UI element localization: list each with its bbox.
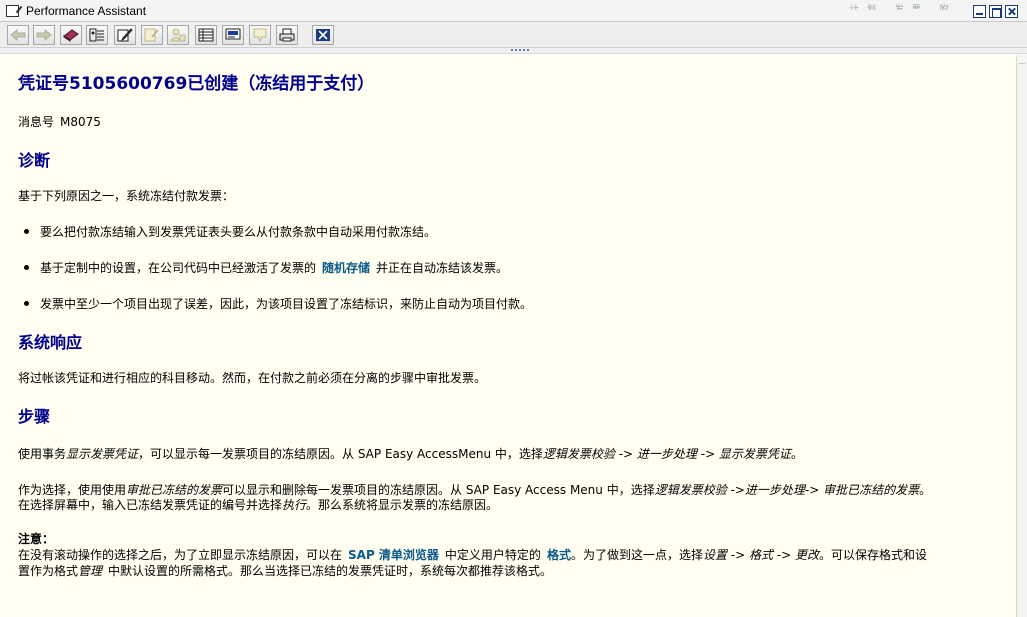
note-text: 。可以保存格式和设 <box>819 548 928 562</box>
maximize-button[interactable] <box>989 5 1002 18</box>
assign-button[interactable] <box>167 25 189 45</box>
book-button[interactable] <box>60 25 82 45</box>
layout-icon <box>225 28 241 40</box>
list-item: 要么把付款冻结输入到发票凭证表头要么从付款条款中自动采用付款冻结。 <box>23 225 437 239</box>
steps-text: 使用事务 <box>18 447 67 461</box>
note-text: 在没有滚动操作的选择之后，为了立即显示冻结原因，可以在 <box>18 548 343 562</box>
book-icon <box>63 29 79 42</box>
execute-label: 执行 <box>282 498 307 512</box>
steps-paragraph-2-line-2: 在选择屏幕中，输入已冻结发票凭证的编号并选择执行。那么系统将显示发票的冻结原因。 <box>18 496 498 513</box>
steps-text: ，可以显示每一发票项目的冻结原因。从 SAP Easy AccessMenu 中… <box>138 447 543 461</box>
note-text: 置作为格式 <box>18 564 79 578</box>
people-icon <box>170 28 186 42</box>
window-title: Performance Assistant <box>26 4 147 18</box>
arrow-left-icon <box>10 29 26 41</box>
steps-text: 。 <box>919 483 932 497</box>
background-window-text: … 计划 发票 附件 <box>822 5 957 10</box>
close-window-button[interactable] <box>1005 5 1018 18</box>
arrow-right-icon <box>36 29 52 41</box>
tip-button[interactable] <box>249 25 271 45</box>
splitter-handle[interactable] <box>0 48 1027 54</box>
sap-list-viewer-link[interactable]: SAP 清单浏览器 <box>348 548 439 562</box>
exit-button[interactable] <box>312 25 334 45</box>
diagnosis-intro: 基于下列原因之一，系统冻结付款发票： <box>18 189 235 203</box>
steps-text: 。 <box>790 447 803 461</box>
manage-label: 管理 <box>78 564 103 578</box>
back-button[interactable] <box>7 25 29 45</box>
message-number-line: 消息号 M8075 <box>18 113 101 130</box>
tip-icon <box>253 28 267 42</box>
note-line-2: 置作为格式管理 中默认设置的所需格式。那么当选择已冻结的发票凭证时，系统每次都推荐… <box>18 562 552 579</box>
steps-text: 作为选择，使用使用 <box>18 483 127 497</box>
technical-info-button[interactable] <box>86 25 108 45</box>
minimize-button[interactable] <box>973 5 986 18</box>
list-item: 基于定制中的设置，在公司代码中已经激活了发票的 随机存储 并正在自动冻结该发票。 <box>23 259 509 276</box>
vertical-scrollbar[interactable] <box>1017 55 1027 617</box>
message-label: 消息号 <box>18 115 55 129</box>
table-icon <box>198 28 214 42</box>
annotation-icon <box>144 28 159 42</box>
note-text: 中默认设置的所需格式。那么当选择已冻结的发票凭证时，系统每次都推荐该格式。 <box>108 564 553 578</box>
annotation-button[interactable] <box>141 25 163 45</box>
note-text: 。为了做到这一点，选择 <box>570 548 703 562</box>
edit-button[interactable] <box>114 25 136 45</box>
edit-document-icon <box>6 5 19 17</box>
message-number: M8075 <box>60 115 101 129</box>
forward-button[interactable] <box>33 25 55 45</box>
transaction-name: 显示发票凭证 <box>66 447 139 461</box>
transaction-name: 审批已冻结的发票 <box>126 483 223 497</box>
pencil-icon <box>117 28 133 42</box>
note-label: 注意： <box>18 532 55 546</box>
steps-text: 可以显示和删除每一发票项目的冻结原因。从 SAP Easy Access Men… <box>222 483 655 497</box>
close-box-icon <box>316 29 330 41</box>
note-line-1: 在没有滚动操作的选择之后，为了立即显示冻结原因，可以在 SAP 清单浏览器 中定义用… <box>18 546 927 563</box>
section-response-heading: 系统响应 <box>18 333 83 352</box>
print-button[interactable] <box>276 25 298 45</box>
menu-path: 逻辑发票校验 ->进一步处理-> 审批已冻结的发票 <box>654 483 920 497</box>
list-item: 发票中至少一个项目出现了误差，因此，为该项目设置了冻结标识，来防止自动为项目付款… <box>23 297 533 311</box>
table-button[interactable] <box>195 25 217 45</box>
document-pane: 凭证号5105600769已创建（冻结用于支付） 消息号 M8075 诊断 基于下… <box>0 55 1017 617</box>
steps-paragraph-1: 使用事务显示发票凭证，可以显示每一发票项目的冻结原因。从 SAP Easy Ac… <box>18 445 803 462</box>
list-item-text: 并正在自动冻结该发票。 <box>376 261 509 275</box>
title-bar: Performance Assistant … 计划 发票 附件 <box>0 0 1027 22</box>
note-text: 中定义用户特定的 <box>444 548 541 562</box>
grip-icon <box>511 49 529 51</box>
list-item-text: 基于定制中的设置，在公司代码中已经激活了发票的 <box>40 261 317 275</box>
format-link[interactable]: 格式 <box>547 548 571 562</box>
scrollbar-thumb[interactable] <box>1019 63 1025 75</box>
technical-info-icon <box>89 28 104 42</box>
steps-text: 在选择屏幕中，输入已冻结发票凭证的编号并选择 <box>18 498 283 512</box>
response-text: 将过帐该凭证和进行相应的科目移动。然而，在付款之前必须在分离的步骤中审批发票。 <box>18 371 487 385</box>
toolbar <box>0 22 1027 48</box>
steps-text: 。那么系统将显示发票的冻结原因。 <box>306 498 499 512</box>
section-diagnosis-heading: 诊断 <box>18 151 51 170</box>
menu-path: 设置 -> 格式 -> 更改 <box>702 548 819 562</box>
random-storage-link[interactable]: 随机存储 <box>322 261 370 275</box>
printer-icon <box>279 28 295 42</box>
section-steps-heading: 步骤 <box>18 407 51 426</box>
menu-path: 逻辑发票校验 -> 进一步处理 -> 显示发票凭证 <box>542 447 791 461</box>
layout-button[interactable] <box>222 25 244 45</box>
page-title: 凭证号5105600769已创建（冻结用于支付） <box>18 74 375 94</box>
